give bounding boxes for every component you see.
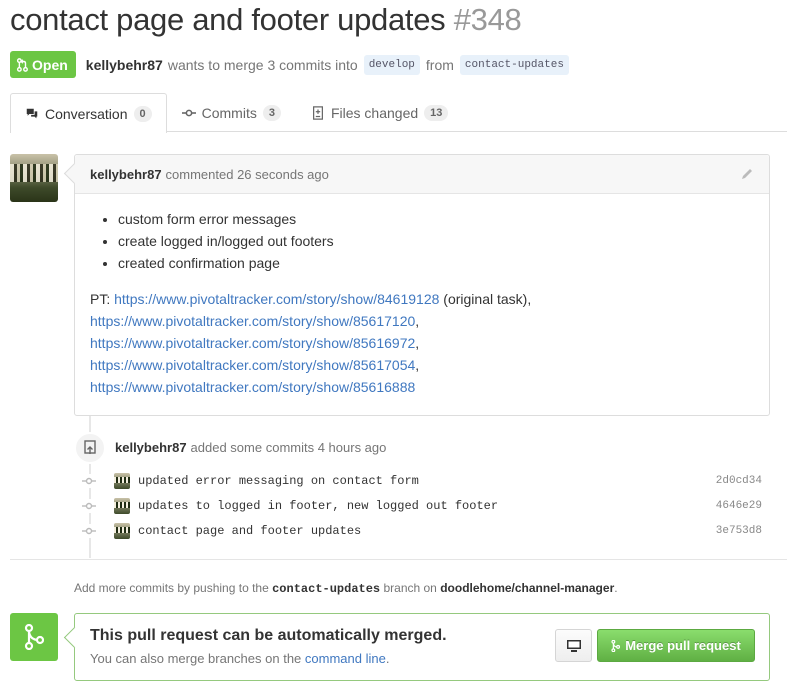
merge-status-title: This pull request can be automatically m… [90,627,447,644]
merge-pull-request-button[interactable]: Merge pull request [597,629,755,662]
open-in-desktop-button[interactable] [555,629,592,662]
repo-push-icon [74,432,106,464]
commit-sha[interactable]: 2d0cd34 [716,475,762,487]
tab-counter: 0 [133,105,152,122]
git-merge-glyph [24,624,44,650]
commit-sha[interactable]: 4646e29 [716,500,762,512]
commit-message[interactable]: contact page and footer updates [138,524,361,538]
merge-subtext: You can also merge branches on the comma… [90,651,389,666]
pr-title: contact page and footer updates [10,2,446,37]
git-pull-request-icon [16,57,28,72]
comment-link-line: https://www.pivotaltracker.com/story/sho… [90,310,754,332]
avatar[interactable] [10,154,58,202]
comment-link-line: https://www.pivotaltracker.com/story/sho… [90,332,754,354]
pt-prefix: PT: [90,291,111,307]
status-badge: Open [10,51,76,78]
link-suffix: , [415,357,420,373]
push-help-text: Add more commits by pushing to the conta… [74,581,618,596]
tracker-link[interactable]: https://www.pivotaltracker.com/story/sho… [90,357,415,373]
comment-discussion-icon [26,108,38,118]
comment-list: custom form error messages create logged… [90,208,754,274]
git-commit-icon [82,524,96,538]
tab-counter: 13 [424,105,449,121]
command-line-link[interactable]: command line [305,651,386,666]
help-middle: branch on [383,581,437,595]
commit-sha[interactable]: 3e753d8 [716,525,762,537]
tab-conversation[interactable]: Conversation 0 [10,93,167,133]
base-branch[interactable]: develop [363,54,420,75]
pr-author[interactable]: kellybehr87 [86,57,163,73]
tab-files-changed[interactable]: Files changed 13 [296,93,463,132]
commits-event: kellybehr87 added some commits 4 hours ag… [115,440,386,455]
event-text: added some commits 4 hours ago [190,440,387,455]
avatar[interactable] [114,473,130,489]
help-suffix: . [614,581,618,595]
link-suffix: (original task), [439,291,532,307]
merge-sub-prefix: You can also merge branches on the [90,651,302,666]
merge-summary: kellybehr87 wants to merge 3 commits int… [86,54,575,75]
merge-button-label: Merge pull request [625,638,741,653]
git-commit-icon [181,109,196,117]
table-row: updates to logged in footer, new logged … [82,496,772,516]
commit-message[interactable]: updates to logged in footer, new logged … [138,499,498,513]
git-commit-icon [82,499,96,513]
tracker-link[interactable]: https://www.pivotaltracker.com/story/sho… [90,335,415,351]
tab-commits[interactable]: Commits 3 [167,93,296,132]
comment-link-line: https://www.pivotaltracker.com/story/sho… [90,376,754,398]
help-branch: contact-updates [272,582,381,596]
comment-meta[interactable]: commented 26 seconds ago [166,167,329,182]
head-branch[interactable]: contact-updates [459,54,569,75]
page-title: contact page and footer updates #348 [10,2,522,38]
pr-tabs: Conversation 0 Commits 3 Files changed 1… [10,93,787,133]
tab-label: Commits [201,105,257,121]
repo-push-glyph [84,440,96,454]
commit-message[interactable]: updated error messaging on contact form [138,474,419,488]
help-prefix: Add more commits by pushing to the [74,581,269,595]
merge-panel: This pull request can be automatically m… [74,613,770,681]
comment-link-line: PT: https://www.pivotaltracker.com/story… [90,288,754,310]
pr-state-row: Open kellybehr87 wants to merge 3 commit… [10,51,575,78]
git-merge-icon [10,613,58,661]
list-item: create logged in/logged out footers [118,230,754,252]
diff-icon [312,106,323,120]
status-label: Open [32,56,68,73]
table-row: contact page and footer updates 3e753d8 [82,521,772,541]
merge-text: wants to merge 3 commits into [167,56,358,73]
device-desktop-icon [566,639,581,652]
git-merge-icon [611,639,621,652]
timeline-divider [10,559,787,560]
pr-number: #348 [453,2,522,37]
tracker-link[interactable]: https://www.pivotaltracker.com/story/sho… [114,291,439,307]
git-commit-icon [82,474,96,488]
link-suffix: , [415,335,420,351]
tracker-link[interactable]: https://www.pivotaltracker.com/story/sho… [90,313,415,329]
merge-sub-suffix: . [385,651,390,666]
tracker-link[interactable]: https://www.pivotaltracker.com/story/sho… [90,379,415,395]
help-repo: doodlehome/channel-manager [440,581,615,595]
from-text: from [425,56,454,73]
comment-link-line: https://www.pivotaltracker.com/story/sho… [90,354,754,376]
link-suffix: , [415,313,420,329]
list-item: created confirmation page [118,252,754,274]
pencil-icon[interactable] [739,166,755,182]
event-author[interactable]: kellybehr87 [115,440,187,455]
avatar[interactable] [114,498,130,514]
tab-counter: 3 [262,105,281,121]
tab-label: Files changed [330,105,419,121]
tab-label: Conversation [45,105,128,122]
table-row: updated error messaging on contact form … [82,471,772,491]
avatar[interactable] [114,523,130,539]
comment-box: kellybehr87 commented 26 seconds ago cus… [74,154,770,416]
comment-header: kellybehr87 commented 26 seconds ago [75,155,769,194]
comment-author[interactable]: kellybehr87 [90,167,162,182]
list-item: custom form error messages [118,208,754,230]
comment-body: custom form error messages create logged… [75,194,769,412]
